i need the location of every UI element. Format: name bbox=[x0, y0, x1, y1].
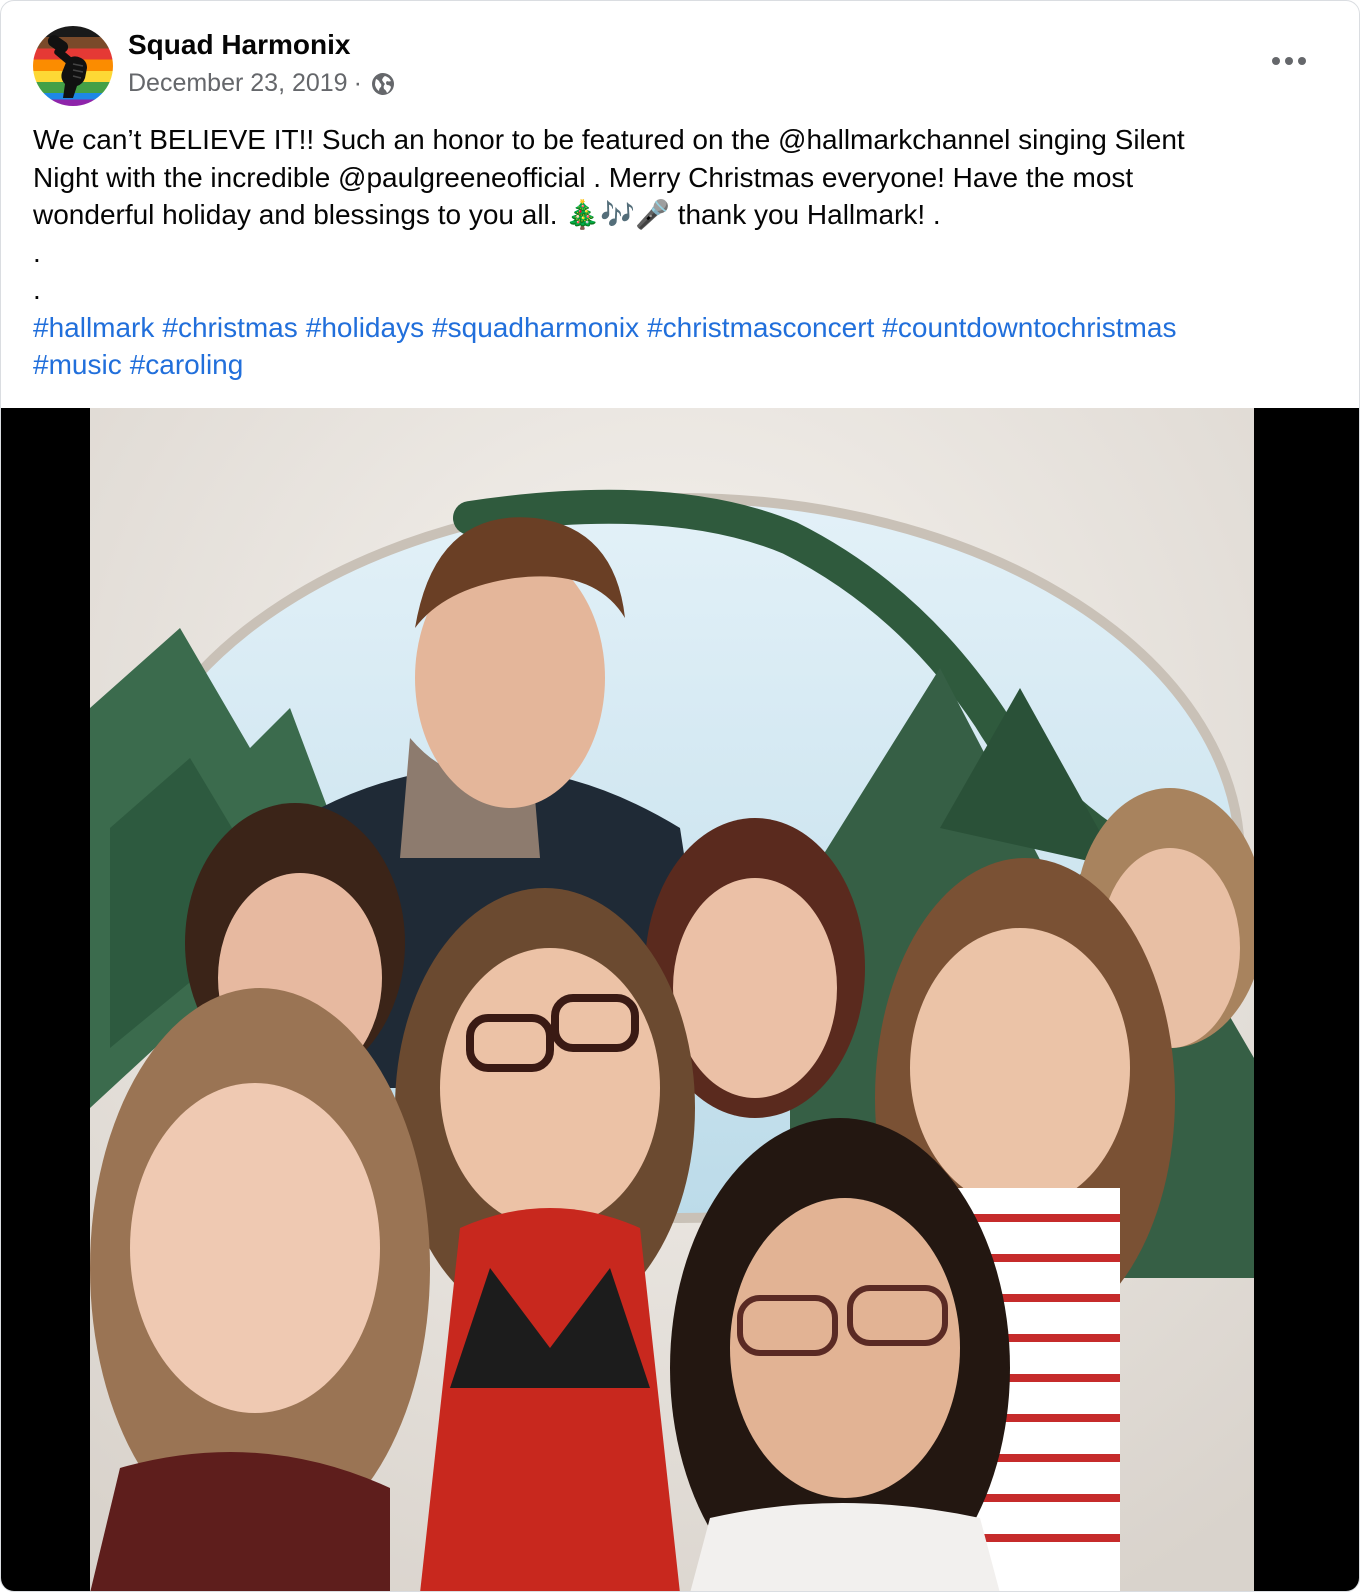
post-caption: We can’t BELIEVE IT!! Such an honor to b… bbox=[33, 121, 1323, 384]
hashtag-link[interactable]: #music bbox=[33, 349, 122, 380]
ellipsis-icon bbox=[1272, 57, 1306, 65]
video-still-image bbox=[90, 408, 1254, 1591]
avatar[interactable] bbox=[33, 26, 113, 106]
microphone-fist-icon bbox=[47, 35, 87, 98]
caption-line: Night with the incredible @paulgreeneoff… bbox=[33, 161, 1134, 193]
post-header: Squad Harmonix December 23, 2019 · bbox=[1, 1, 1359, 111]
hashtag-link[interactable]: #squadharmonix bbox=[432, 312, 639, 343]
more-options-button[interactable] bbox=[1263, 41, 1315, 81]
caption-line: wonderful holiday and blessings to you a… bbox=[33, 199, 941, 230]
video-frame bbox=[90, 408, 1254, 1591]
post-date[interactable]: December 23, 2019 bbox=[128, 69, 348, 98]
hashtag-row: #music #caroling bbox=[33, 346, 1323, 384]
hashtag-link[interactable]: #holidays bbox=[306, 312, 424, 343]
caption-line: . bbox=[33, 274, 41, 305]
hashtag-link[interactable]: #countdowntochristmas bbox=[882, 312, 1176, 343]
page-name[interactable]: Squad Harmonix bbox=[128, 29, 350, 61]
hashtag-row: #hallmark #christmas #holidays #squadharmon… bbox=[33, 309, 1323, 347]
globe-icon[interactable] bbox=[370, 71, 396, 97]
hashtag-link[interactable]: #caroling bbox=[130, 349, 244, 380]
video-player[interactable] bbox=[1, 408, 1359, 1591]
hashtag-link[interactable]: #christmasconcert bbox=[647, 312, 874, 343]
post-card: Squad Harmonix December 23, 2019 · We ca… bbox=[0, 0, 1360, 1592]
caption-line: We can’t BELIEVE IT!! Such an honor to b… bbox=[33, 124, 1185, 155]
caption-line: . bbox=[33, 236, 41, 268]
meta-separator: · bbox=[353, 69, 362, 97]
post-meta: December 23, 2019 · bbox=[128, 69, 396, 98]
hashtag-link[interactable]: #hallmark bbox=[33, 312, 154, 343]
hashtag-link[interactable]: #christmas bbox=[162, 312, 297, 343]
